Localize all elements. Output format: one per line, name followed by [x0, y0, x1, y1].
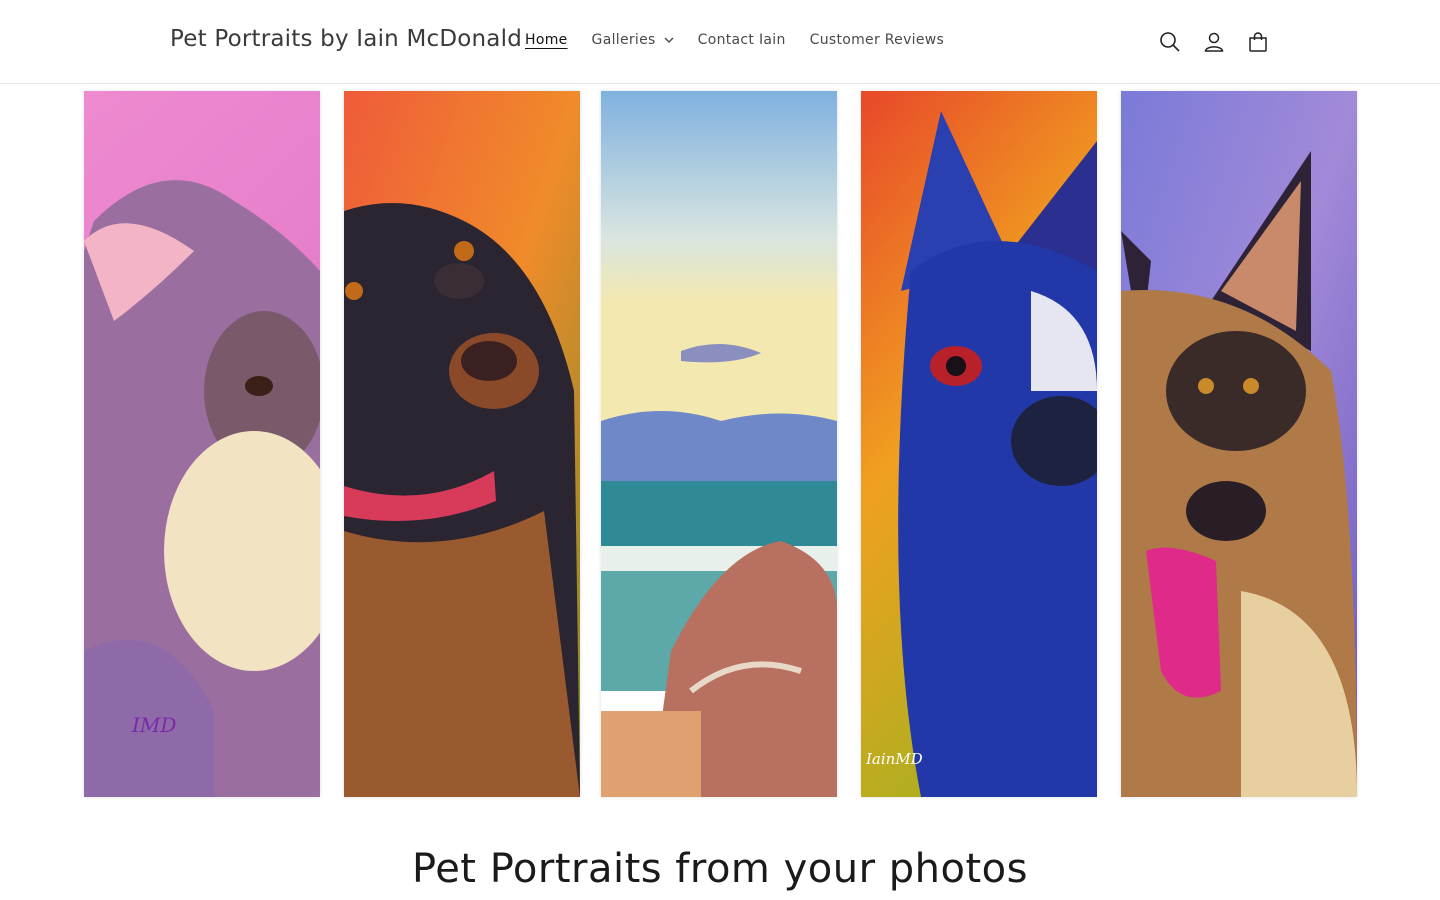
nav-galleries[interactable]: Galleries — [580, 32, 686, 48]
nav-contact[interactable]: Contact Iain — [686, 32, 798, 48]
nav-reviews[interactable]: Customer Reviews — [798, 32, 957, 48]
nav-galleries-label: Galleries — [591, 32, 656, 48]
german-shepherd-portrait — [1121, 91, 1357, 797]
header-icons — [1158, 28, 1270, 56]
terrier-portrait — [84, 91, 320, 797]
chevron-down-icon — [664, 37, 674, 43]
boston-terrier-portrait — [861, 91, 1097, 797]
signature-iainmd: IainMD — [866, 750, 923, 768]
search-button[interactable] — [1158, 28, 1182, 56]
seascape-rocks-painting — [601, 91, 837, 797]
nav-home[interactable]: Home — [513, 32, 580, 48]
hero-banner: IMD IainMD — [0, 85, 1440, 810]
page-headline: Pet Portraits from your photos — [412, 846, 1028, 892]
cart-icon — [1249, 32, 1267, 52]
signature-imd: IMD — [132, 713, 177, 737]
black-and-tan-dog-portrait — [344, 91, 580, 797]
site-header: Pet Portraits by Iain McDonald Home Gall… — [0, 0, 1440, 84]
account-button[interactable] — [1202, 28, 1226, 56]
search-icon — [1160, 32, 1180, 52]
brand-logo-link[interactable]: Pet Portraits by Iain McDonald — [170, 26, 522, 52]
main-nav: Home Galleries Contact Iain Customer Rev… — [513, 32, 956, 48]
account-icon — [1204, 32, 1224, 52]
cart-button[interactable] — [1246, 28, 1270, 56]
